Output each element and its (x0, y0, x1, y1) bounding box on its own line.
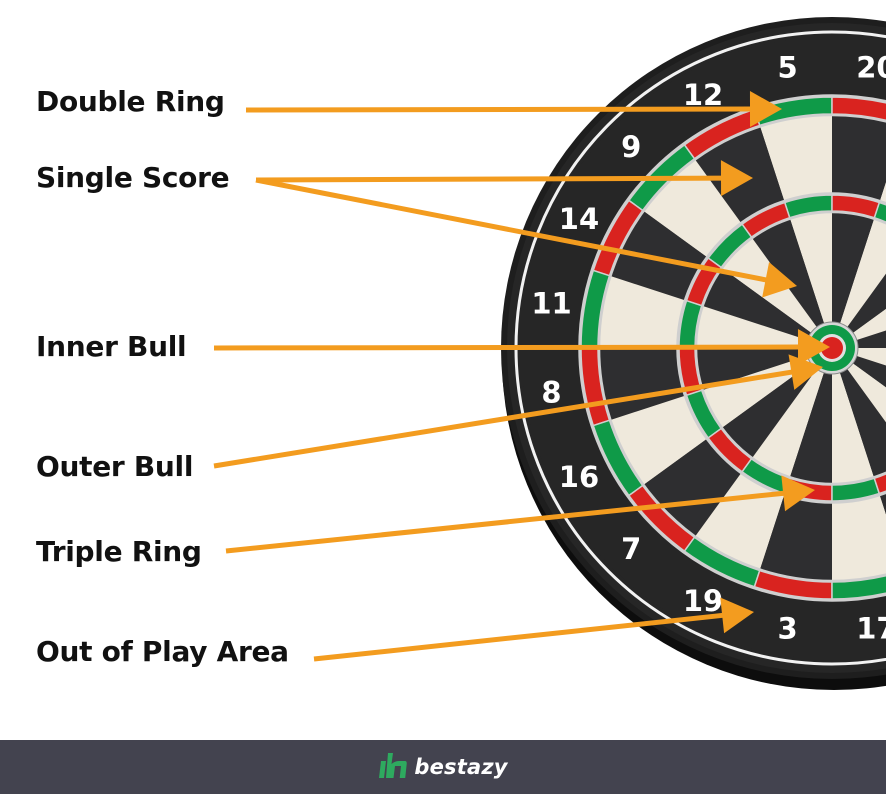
board-number: 3 (777, 612, 797, 646)
board-number: 5 (777, 50, 797, 84)
label-out-of-play-area: Out of Play Area (36, 635, 289, 668)
label-triple-ring: Triple Ring (36, 535, 202, 568)
board-number: 19 (683, 584, 723, 618)
dartboard-layer: 5129141181671931721510613418120 (501, 17, 886, 690)
label-single-score: Single Score (36, 161, 230, 194)
board-number: 20 (856, 50, 886, 84)
label-double-ring: Double Ring (36, 85, 225, 118)
dartboard-diagram: 5129141181671931721510613418120 Double R… (0, 0, 886, 740)
arrow-line (255, 175, 724, 183)
board-number: 17 (856, 612, 886, 646)
bestazy-logo-icon (378, 751, 408, 783)
board-number: 9 (621, 130, 641, 164)
board-number: 14 (559, 202, 599, 236)
brand-name: bestazy (414, 755, 508, 779)
brand[interactable]: bestazy (378, 751, 507, 783)
board-number: 16 (559, 460, 599, 494)
board-number: 7 (621, 532, 641, 566)
arrow-line (245, 106, 753, 113)
board-number: 11 (531, 287, 571, 321)
label-outer-bull: Outer Bull (36, 450, 194, 483)
arrow-line (213, 344, 801, 351)
board-number: 8 (541, 375, 561, 409)
footer: bestazy (0, 740, 886, 794)
label-inner-bull: Inner Bull (36, 330, 187, 363)
